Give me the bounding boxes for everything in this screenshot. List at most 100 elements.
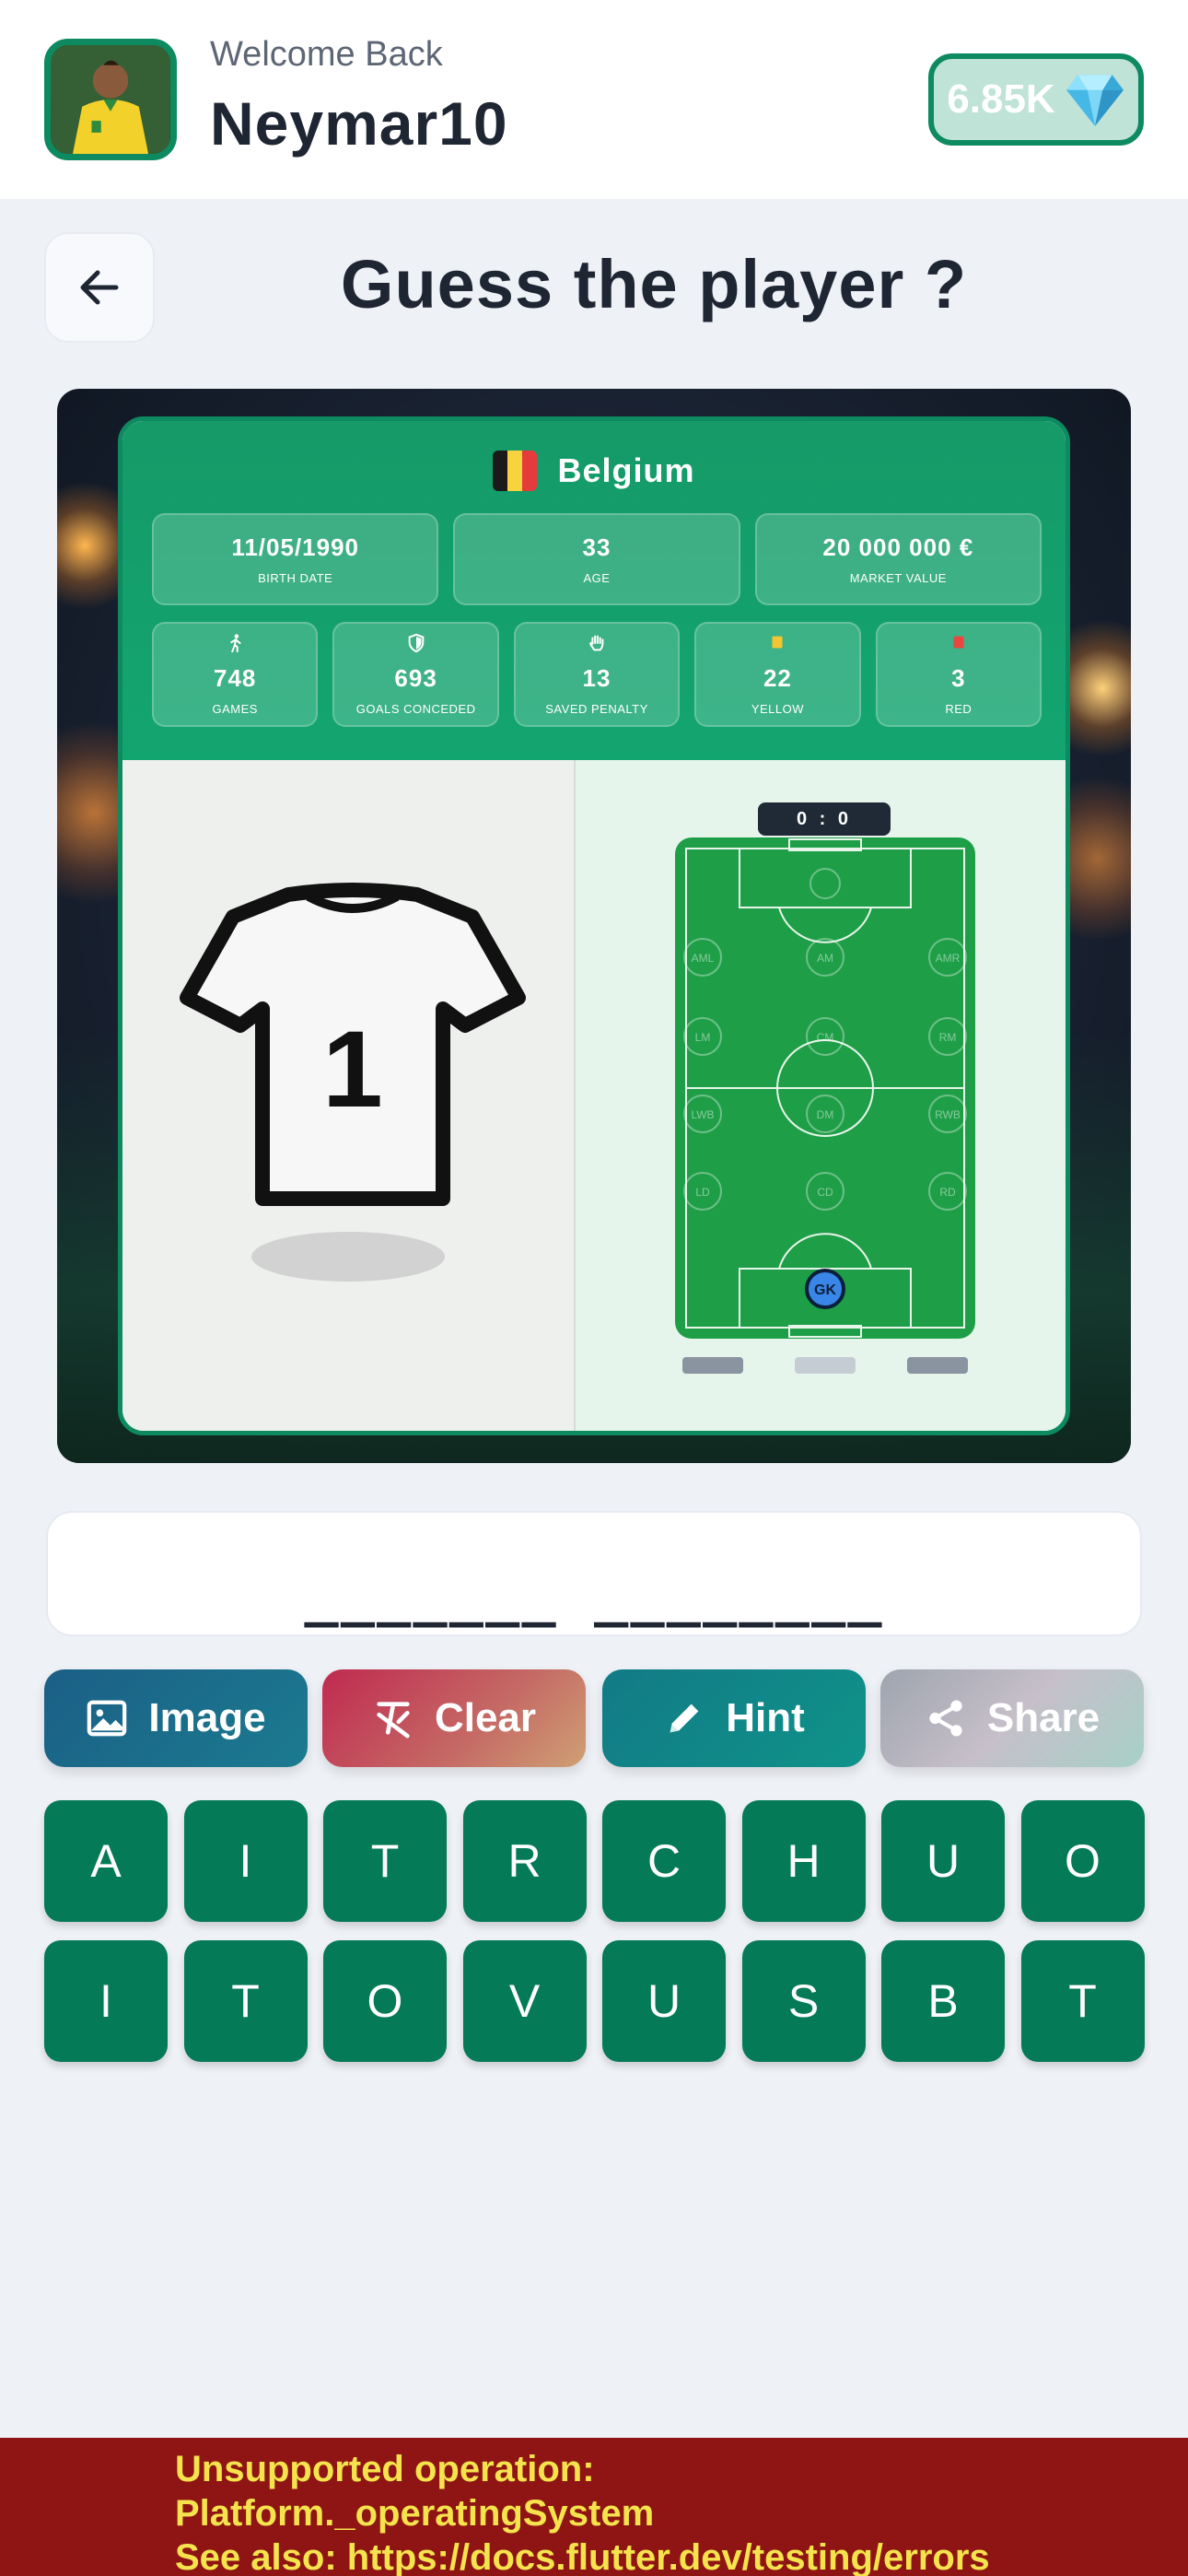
letter-key[interactable]: O: [1020, 1800, 1145, 1922]
welcome-text: Welcome Back: [210, 35, 443, 74]
stat-label: SAVED PENALTY: [545, 702, 648, 716]
letter-key[interactable]: U: [881, 1800, 1005, 1922]
clear-button[interactable]: Clear: [322, 1669, 586, 1767]
position-label: CM: [817, 1031, 834, 1044]
yellow-card-icon: [772, 636, 783, 649]
stat-saved-penalty: 13 SAVED PENALTY: [513, 622, 681, 727]
position-label: RM: [939, 1031, 957, 1044]
running-icon: [230, 634, 241, 653]
username: Neymar10: [210, 89, 508, 158]
letter-key[interactable]: T: [1020, 1940, 1145, 2062]
bench-slot: [795, 1357, 856, 1374]
jersey-panel: 1: [122, 760, 574, 1431]
jersey-shadow: [251, 1232, 445, 1282]
stat-label: GOALS CONCEDED: [355, 702, 476, 716]
stat-value: 748: [214, 664, 257, 692]
red-card-icon: [953, 636, 964, 649]
avatar[interactable]: [44, 39, 177, 160]
share-button[interactable]: Share: [880, 1669, 1144, 1767]
stats-bottom-row: 748 GAMES 693 GOALS CONCEDED 13 SAVED PE…: [152, 622, 1042, 727]
letter-key[interactable]: T: [183, 1940, 308, 2062]
position-label: LD: [695, 1186, 710, 1199]
flag-icon: [493, 451, 538, 491]
error-banner: Unsupported operation: Platform._operati…: [0, 2438, 1188, 2576]
stat-label: RED: [945, 702, 973, 716]
letter-key[interactable]: I: [183, 1800, 308, 1922]
back-button[interactable]: [44, 232, 155, 343]
stat-value: 11/05/1990: [231, 533, 360, 561]
stat-yellow: 22 YELLOW: [694, 622, 861, 727]
letter-key[interactable]: R: [462, 1800, 587, 1922]
stat-value: 22: [763, 664, 792, 692]
clear-format-icon: [377, 1702, 410, 1739]
stats-panel: Belgium 11/05/1990 BIRTH DATE 33 AGE 20 …: [122, 421, 1066, 760]
letter-key[interactable]: C: [602, 1800, 726, 1922]
stat-value: 13: [582, 664, 611, 692]
image-button-label: Image: [148, 1695, 266, 1740]
stat-label: YELLOW: [751, 702, 805, 716]
stat-red: 3 RED: [875, 622, 1042, 727]
letter-key[interactable]: U: [602, 1940, 726, 2062]
gems-value: 6.85K: [947, 76, 1055, 122]
stat-value: 3: [951, 664, 966, 692]
letter-key[interactable]: H: [741, 1800, 866, 1922]
stats-top-row: 11/05/1990 BIRTH DATE 33 AGE 20 000 000 …: [152, 513, 1042, 605]
stat-market-value: 20 000 000 € MARKET VALUE: [754, 513, 1042, 605]
stat-goals-conceded: 693 GOALS CONCEDED: [332, 622, 499, 727]
position-label: AMR: [936, 952, 961, 965]
stat-age: 33 AGE: [453, 513, 740, 605]
answer-field[interactable]: _______ ________: [46, 1511, 1142, 1636]
share-button-label: Share: [986, 1695, 1101, 1740]
stat-value: 33: [582, 533, 611, 561]
stat-value: 693: [394, 664, 437, 692]
bench-slot: [907, 1357, 968, 1374]
position-label: CD: [817, 1186, 833, 1199]
jersey-icon: 1: [180, 883, 526, 1206]
stat-birth-date: 11/05/1990 BIRTH DATE: [152, 513, 439, 605]
stat-games: 748 GAMES: [152, 622, 319, 727]
image-button[interactable]: Image: [44, 1669, 308, 1767]
page-title: Guess the player ?: [340, 246, 968, 322]
letter-key[interactable]: S: [741, 1940, 866, 2062]
shield-icon: [408, 633, 424, 653]
jersey-number: 1: [322, 1009, 383, 1130]
letter-key[interactable]: O: [323, 1940, 447, 2062]
letter-key[interactable]: A: [44, 1800, 168, 1922]
country-row: Belgium: [122, 451, 1066, 491]
bench-slot: [682, 1357, 743, 1374]
position-label: DM: [817, 1108, 834, 1121]
position-label: LM: [695, 1031, 711, 1044]
hand-icon: [589, 635, 604, 651]
arrow-left-icon: [80, 270, 119, 305]
position-label: AML: [692, 952, 715, 965]
position-label: RWB: [935, 1108, 961, 1121]
letter-key[interactable]: B: [881, 1940, 1005, 2062]
gems-balance[interactable]: 6.85K: [928, 53, 1144, 146]
diamond-icon: [1066, 75, 1124, 126]
clear-button-label: Clear: [434, 1695, 537, 1740]
image-icon: [87, 1700, 127, 1737]
pencil-icon: [670, 1704, 699, 1733]
position-label: AM: [817, 952, 833, 965]
player-image-card: Belgium 11/05/1990 BIRTH DATE 33 AGE 20 …: [57, 389, 1131, 1463]
position-label: LWB: [691, 1108, 714, 1121]
stat-label: BIRTH DATE: [258, 571, 333, 585]
stat-label: GAMES: [212, 702, 258, 716]
letter-key[interactable]: V: [462, 1940, 587, 2062]
stat-label: MARKET VALUE: [849, 571, 947, 585]
share-icon: [929, 1700, 962, 1737]
player-avatar-icon: [51, 45, 170, 154]
hint-button[interactable]: Hint: [602, 1669, 866, 1767]
error-message: Unsupported operation: Platform._operati…: [175, 2449, 990, 2576]
player-info-card: Belgium 11/05/1990 BIRTH DATE 33 AGE 20 …: [118, 416, 1070, 1435]
letter-key[interactable]: T: [323, 1800, 447, 1922]
stat-value: 20 000 000 €: [822, 533, 974, 561]
position-label: RD: [939, 1186, 956, 1199]
letter-key[interactable]: I: [44, 1940, 168, 2062]
masked-answer: _______ ________: [304, 1561, 884, 1628]
player-position-label: GK: [814, 1282, 836, 1298]
pitch-diagram: AML AM AMR LM CM RM LWB DM RWB LD CD RD GK: [675, 837, 975, 1339]
stat-label: AGE: [583, 571, 611, 585]
scoreboard: 0 : 0: [758, 802, 891, 836]
country-name: Belgium: [557, 451, 695, 489]
